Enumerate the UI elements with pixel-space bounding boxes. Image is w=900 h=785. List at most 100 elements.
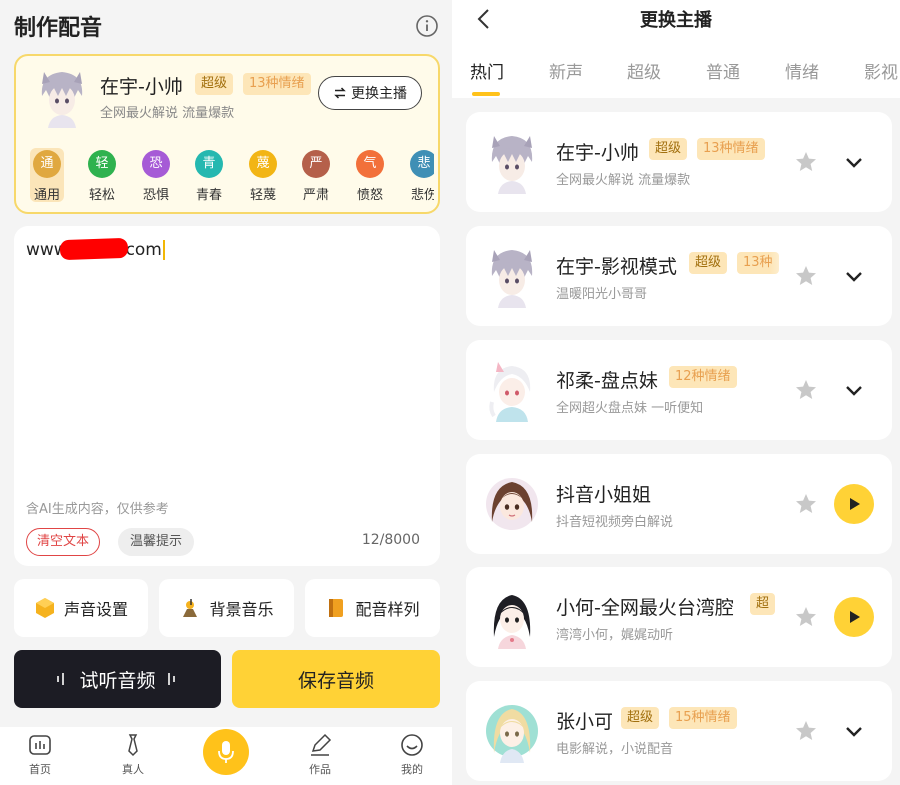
emotion-icon: 轻 [88, 150, 116, 178]
anchor-subtitle: 湾湾小何，娓娓动听 [556, 628, 674, 643]
tips-button[interactable]: 温馨提示 [118, 528, 195, 556]
tab-new[interactable]: 新声 [549, 58, 583, 83]
music-icon [183, 599, 198, 617]
nav-works[interactable]: 作品 [290, 733, 350, 777]
emotion-item[interactable]: 蔑 轻蔑 [245, 148, 281, 203]
nav-mine[interactable]: 我的 [382, 733, 442, 777]
waveform-icon [167, 673, 175, 685]
anchor-row[interactable]: 小何-全网最火台湾腔 超 湾湾小何，娓娓动听 [466, 567, 892, 667]
tab-normal[interactable]: 普通 [706, 58, 740, 83]
swap-icon [334, 87, 346, 99]
script-editor[interactable]: www. com 含AI生成内容，仅供参考 清空文本 温馨提示 12/8000 [14, 226, 440, 566]
emotion-label: 青春 [195, 188, 222, 203]
emotion-item[interactable]: 青 青春 [191, 148, 227, 203]
voice-settings-button[interactable]: 声音设置 [14, 579, 148, 637]
anchor-avatar [486, 478, 538, 530]
emotion-label: 轻蔑 [249, 188, 276, 203]
emotion-icon: 悲 [410, 150, 434, 178]
star-icon[interactable] [794, 264, 818, 288]
emotion-item[interactable]: 悲 悲伤 [406, 148, 434, 203]
chevron-down-icon[interactable] [842, 264, 866, 288]
emotion-icon: 恐 [142, 150, 170, 178]
back-icon[interactable] [472, 6, 498, 32]
anchor-row[interactable]: 抖音小姐姐 抖音短视频旁白解说 [466, 454, 892, 554]
emotion-item[interactable]: 气 愤怒 [352, 148, 388, 203]
emotion-icon: 通 [33, 150, 61, 178]
voice-settings-label: 声音设置 [63, 600, 128, 619]
star-icon[interactable] [794, 378, 818, 402]
bottom-nav: 首页 真人 作品 我的 [0, 727, 452, 785]
samples-label: 配音样列 [355, 600, 420, 619]
emotion-icon: 气 [356, 150, 384, 178]
info-icon[interactable] [415, 14, 439, 38]
emotion-item[interactable]: 通 通用 [30, 148, 64, 203]
emotion-icon: 蔑 [249, 150, 277, 178]
nav-mine-label: 我的 [401, 763, 423, 776]
nav-home[interactable]: 首页 [10, 733, 70, 777]
current-anchor-card[interactable]: 在宇-小帅 超级 13种情绪 全网最火解说 流量爆款 更换主播 通 通用 轻 轻… [14, 54, 440, 214]
anchor-subtitle: 温暖阳光小哥哥 [556, 287, 648, 302]
anchor-name: 抖音小姐姐 [556, 484, 652, 506]
emotion-item[interactable]: 严 严肃 [298, 148, 334, 203]
tab-super[interactable]: 超级 [627, 58, 661, 83]
play-sample-button[interactable] [834, 597, 874, 637]
anchor-avatar [493, 595, 531, 649]
anchor-avatar [491, 250, 533, 308]
anchor-name: 张小可 [556, 711, 614, 733]
star-icon[interactable] [794, 719, 818, 743]
tab-hot[interactable]: 热门 [470, 58, 504, 83]
anchor-row[interactable]: 张小可 超级 15种情绪 电影解说，小说配音 [466, 681, 892, 781]
anchor-row[interactable]: 在宇-影视模式 超级 13种 温暖阳光小哥哥 [466, 226, 892, 326]
mic-icon [218, 741, 234, 763]
anchor-name: 小何-全网最火台湾腔 [556, 597, 734, 619]
anchor-name: 在宇-小帅 [556, 142, 639, 164]
super-badge: 超 [750, 593, 776, 615]
anchor-avatar [486, 705, 538, 763]
emotion-item[interactable]: 轻 轻松 [84, 148, 120, 203]
tie-icon [128, 734, 138, 757]
star-icon[interactable] [794, 150, 818, 174]
active-tab-indicator [472, 92, 500, 96]
clear-text-button[interactable]: 清空文本 [26, 528, 101, 556]
star-icon[interactable] [794, 605, 818, 629]
book-icon [329, 599, 344, 617]
char-counter: 12/8000 [361, 532, 420, 548]
edit-icon [311, 733, 332, 756]
waveform-icon [57, 673, 65, 685]
chevron-down-icon[interactable] [842, 150, 866, 174]
record-button[interactable] [203, 729, 249, 775]
super-badge: 超级 [649, 138, 688, 160]
anchor-row[interactable]: 在宇-小帅 超级 13种情绪 全网最火解说 流量爆款 [466, 112, 892, 212]
anchor-name: 祁柔-盘点妹 [556, 370, 658, 392]
save-audio-button[interactable]: 保存音频 [232, 650, 440, 708]
emotion-count-badge: 15种情绪 [669, 707, 737, 729]
star-icon[interactable] [794, 492, 818, 516]
emotion-selector: 通 通用 轻 轻松 恐 恐惧 青 青春 蔑 轻蔑 严 严肃 气 愤怒 悲 悲伤 [26, 148, 434, 206]
emotion-item[interactable]: 恐 恐惧 [138, 148, 174, 203]
nav-human-label: 真人 [122, 763, 144, 776]
play-icon [850, 611, 860, 623]
anchor-row[interactable]: 祁柔-盘点妹 12种情绪 全网超火盘点妹 一听便知 [466, 340, 892, 440]
switch-anchor-button[interactable]: 更换主播 [318, 76, 422, 110]
switch-anchor-label: 更换主播 [351, 86, 407, 102]
emotion-label: 轻松 [88, 188, 115, 203]
chevron-down-icon[interactable] [842, 378, 866, 402]
emotion-icon: 青 [195, 150, 223, 178]
picker-header: 更换主播 热门 新声 超级 普通 情绪 影视 [452, 0, 900, 98]
samples-button[interactable]: 配音样列 [305, 579, 440, 637]
bg-music-button[interactable]: 背景音乐 [159, 579, 294, 637]
tab-emotion[interactable]: 情绪 [785, 58, 819, 83]
play-sample-button[interactable] [834, 484, 874, 524]
emotion-label: 悲伤 [410, 188, 434, 203]
anchor-avatar [489, 362, 531, 422]
emotion-count-badge: 13种情绪 [697, 138, 765, 160]
bg-music-label: 背景音乐 [209, 600, 274, 619]
chevron-down-icon[interactable] [842, 719, 866, 743]
nav-works-label: 作品 [309, 763, 331, 776]
nav-human[interactable]: 真人 [103, 733, 163, 777]
preview-audio-button[interactable]: 试听音频 [14, 650, 221, 708]
anchor-subtitle: 抖音短视频旁白解说 [556, 515, 674, 530]
dubbing-panel: 制作配音 在宇-小帅 超级 13种情绪 全网最火解说 流量爆款 更换主播 通 通… [0, 0, 452, 785]
tab-film[interactable]: 影视 [864, 58, 898, 83]
anchor-subtitle: 全网最火解说 流量爆款 [556, 173, 691, 188]
